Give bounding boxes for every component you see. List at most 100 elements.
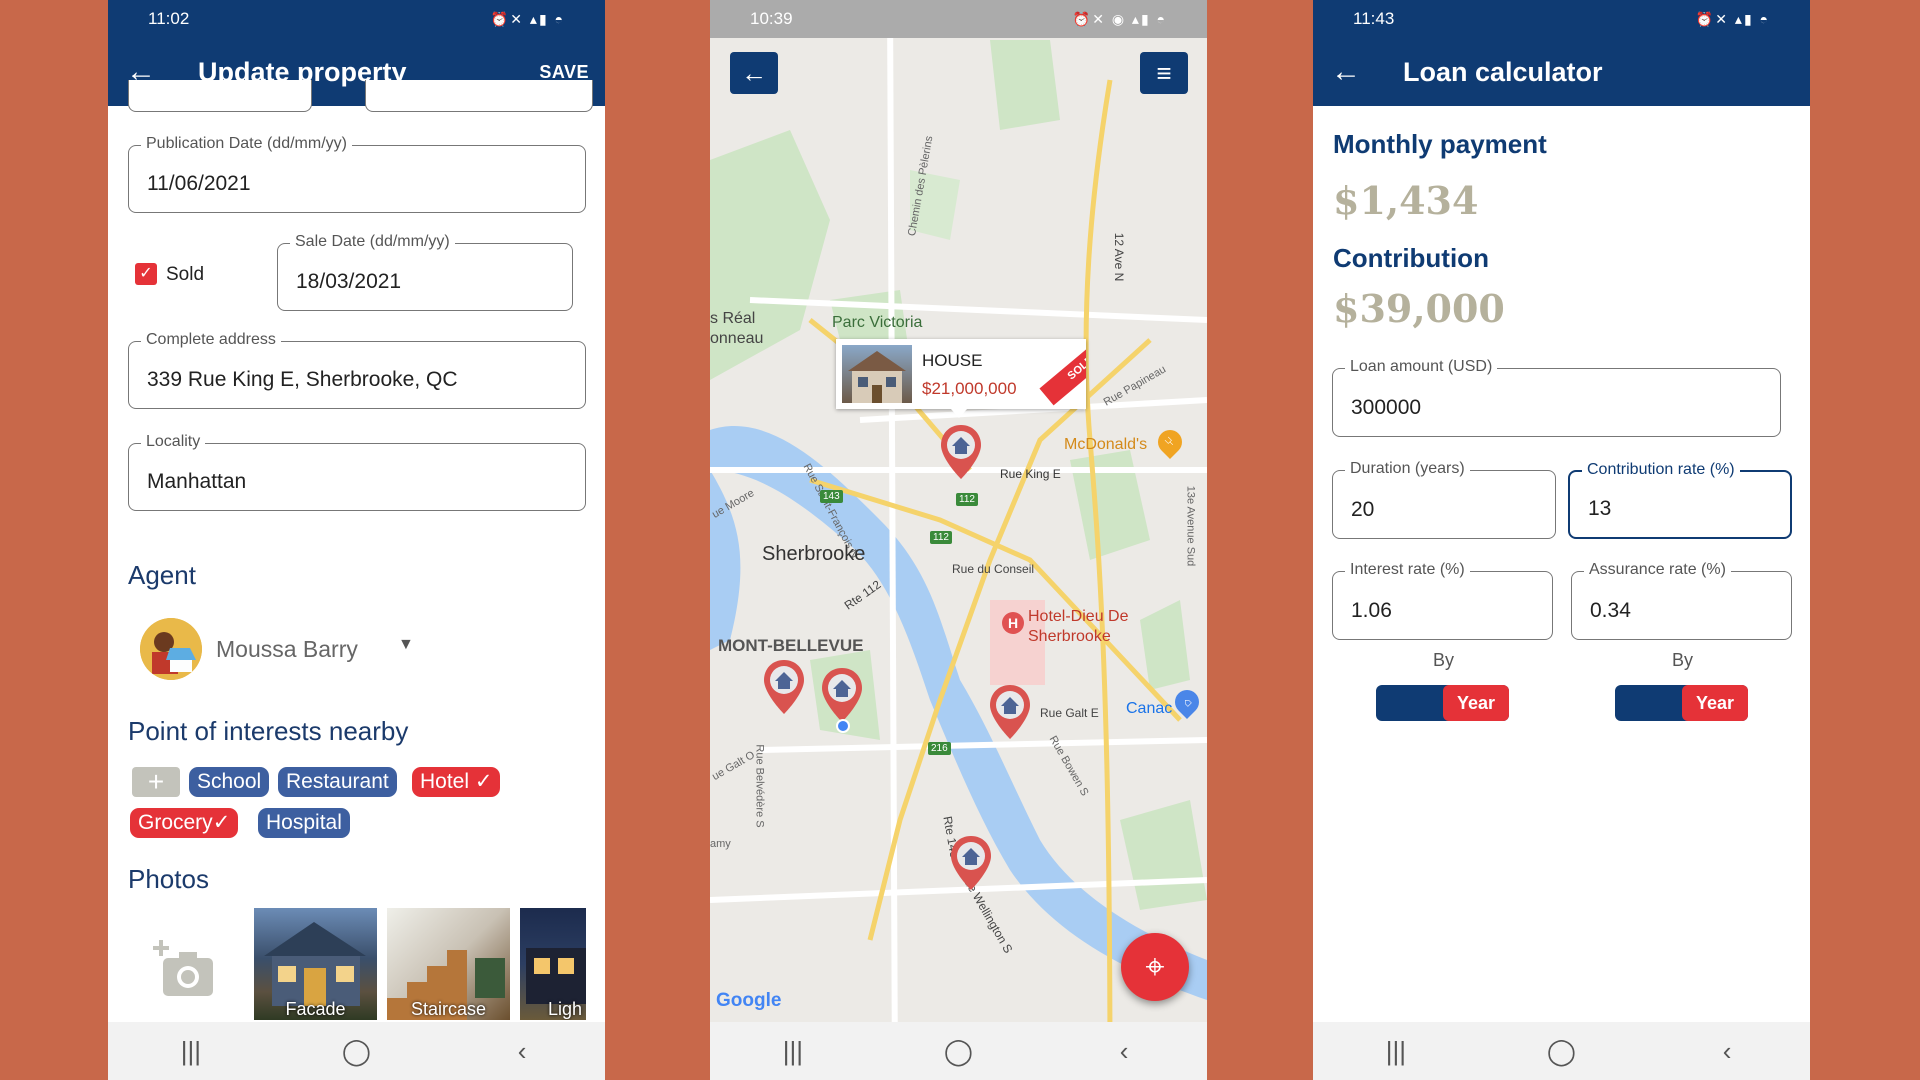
map-label-sreal: s Réal	[710, 310, 756, 327]
hidden-field-left[interactable]	[128, 80, 312, 112]
photo-light[interactable]: Ligh	[520, 908, 586, 1020]
poi-heading: Point of interests nearby	[128, 716, 409, 746]
agent-avatar[interactable]	[140, 618, 202, 680]
add-photo-button[interactable]	[153, 940, 217, 1005]
chip-grocery[interactable]: Grocery✓	[130, 808, 239, 838]
locality-value: Manhattan	[147, 470, 247, 493]
map-label-hotel-dieu-2: Sherbrooke	[1028, 628, 1111, 645]
back-nav-icon[interactable]: ‹	[1094, 1036, 1154, 1067]
chip-hotel-label: Hotel	[420, 770, 470, 793]
interest-rate-field[interactable]: Interest rate (%) 1.06	[1332, 561, 1553, 640]
route-shield-112a: 112	[956, 493, 978, 506]
check-icon: ✓	[212, 811, 231, 834]
map-label-mont-bellevue: MONT-BELLEVUE	[718, 636, 864, 655]
recent-apps-icon[interactable]: |||	[763, 1036, 823, 1067]
add-poi-button[interactable]: +	[132, 767, 180, 797]
complete-address-field[interactable]: Complete address 339 Rue King E, Sherbro…	[128, 331, 586, 409]
assurance-rate-value: 0.34	[1590, 599, 1631, 622]
callout-price: $21,000,000	[922, 379, 1017, 398]
status-bar: 10:39 ⏰✕ ◉ ▴▮ ◓	[710, 0, 1207, 38]
my-location-button[interactable]: ⌖	[1121, 933, 1189, 1001]
agent-avatar-icon	[140, 618, 202, 680]
complete-address-label: Complete address	[141, 331, 281, 349]
status-icons: ⏰✕ ◉ ▴▮ ◓	[1072, 10, 1167, 27]
loan-amount-value: 300000	[1351, 396, 1422, 419]
sold-checkbox[interactable]: ✓	[135, 263, 157, 285]
map-label-rue-king: Rue King E	[1000, 467, 1061, 481]
contribution-value: $39,000	[1333, 286, 1505, 331]
status-time: 11:43	[1353, 9, 1395, 28]
back-nav-icon[interactable]: ‹	[1697, 1036, 1757, 1067]
recent-apps-icon[interactable]: |||	[1366, 1036, 1426, 1067]
contribution-rate-field[interactable]: Contribution rate (%) 13	[1568, 461, 1792, 539]
route-shield-216: 216	[928, 742, 951, 755]
map-back-button[interactable]: ←	[730, 52, 778, 94]
photo-staircase[interactable]: Staircase	[387, 908, 510, 1020]
filter-icon: ≡	[1156, 58, 1172, 88]
property-pin-icon[interactable]	[988, 683, 1032, 741]
home-icon[interactable]: ◯	[326, 1036, 386, 1067]
property-pin-icon[interactable]	[939, 423, 983, 481]
hidden-field-right[interactable]	[365, 80, 593, 112]
map-label-hotel-dieu-1: Hotel-Dieu De	[1028, 608, 1129, 625]
recent-apps-icon[interactable]: |||	[161, 1036, 221, 1067]
interest-toggle-knob: Year	[1443, 685, 1509, 721]
loan-amount-label: Loan amount (USD)	[1345, 358, 1498, 376]
interest-rate-value: 1.06	[1351, 599, 1392, 622]
back-arrow-icon[interactable]: ←	[1313, 55, 1379, 89]
filter-button[interactable]: ≡	[1140, 52, 1188, 94]
status-time: 11:02	[148, 9, 190, 28]
status-icons: ⏰✕ ▴▮ ◓	[490, 10, 565, 27]
map-label-rue-galt: Rue Galt E	[1040, 706, 1099, 720]
chip-grocery-label: Grocery	[138, 811, 213, 834]
loan-amount-field[interactable]: Loan amount (USD) 300000	[1332, 358, 1781, 437]
sale-date-field[interactable]: Sale Date (dd/mm/yy) 18/03/2021	[277, 233, 573, 311]
property-thumbnail	[842, 345, 912, 403]
hospital-icon[interactable]: H	[1002, 612, 1024, 634]
photo-staircase-caption: Staircase	[410, 999, 487, 1019]
property-pin-icon[interactable]	[762, 658, 806, 716]
map-label-onneau: onneau	[710, 330, 764, 347]
home-icon[interactable]: ◯	[928, 1036, 988, 1067]
duration-value: 20	[1351, 498, 1375, 521]
sold-badge-text: SOLD	[1065, 353, 1086, 383]
chip-restaurant-label: Restaurant	[286, 770, 389, 793]
status-icons: ⏰✕ ▴▮ ◓	[1695, 10, 1770, 27]
route-shield-112b: 112	[930, 531, 952, 544]
add-photo-icon	[153, 940, 213, 996]
monthly-payment-value: $1,434	[1333, 178, 1479, 223]
chip-hotel[interactable]: Hotel ✓	[412, 767, 501, 797]
chip-hospital[interactable]: Hospital	[258, 808, 350, 838]
assurance-by-label: By	[1672, 650, 1694, 670]
map-screen: 10:39 ⏰✕ ◉ ▴▮ ◓ ← ≡ s Réal onneau Parc V…	[710, 0, 1207, 1080]
contribution-heading: Contribution	[1333, 243, 1489, 273]
map-label-rue-du-conseil: Rue du Conseil	[952, 562, 1035, 576]
interest-period-toggle[interactable]: Year	[1376, 685, 1509, 721]
photo-facade-caption: Facade	[285, 999, 346, 1019]
property-pin-icon[interactable]	[820, 666, 864, 724]
map-label-parc-victoria: Parc Victoria	[832, 314, 923, 331]
duration-field[interactable]: Duration (years) 20	[1332, 460, 1556, 539]
photo-facade[interactable]: Facade	[254, 908, 377, 1020]
back-nav-icon[interactable]: ‹	[492, 1036, 552, 1067]
publication-date-field[interactable]: Publication Date (dd/mm/yy) 11/06/2021	[128, 135, 586, 213]
sold-label: Sold	[166, 264, 205, 285]
assurance-period-toggle[interactable]: Year	[1615, 685, 1748, 721]
assurance-rate-field[interactable]: Assurance rate (%) 0.34	[1571, 561, 1792, 640]
assurance-toggle-knob: Year	[1682, 685, 1748, 721]
locality-field[interactable]: Locality Manhattan	[128, 433, 586, 511]
sold-badge: SOLD	[1039, 339, 1086, 406]
agent-dropdown-icon[interactable]: ▼	[398, 636, 414, 654]
google-logo: Google	[716, 990, 782, 1011]
map-label-12-ave: 12 Ave N	[1112, 232, 1127, 282]
crosshair-icon: ⌖	[1145, 948, 1165, 986]
home-icon[interactable]: ◯	[1531, 1036, 1591, 1067]
chip-restaurant[interactable]: Restaurant	[278, 767, 397, 797]
property-callout[interactable]: HOUSE $21,000,000 SOLD	[836, 339, 1086, 409]
sale-date-label: Sale Date (dd/mm/yy)	[290, 233, 455, 251]
chip-school[interactable]: School	[189, 767, 270, 797]
house-thumbnail-icon	[848, 351, 906, 403]
duration-label: Duration (years)	[1345, 460, 1470, 478]
property-pin-icon[interactable]	[949, 834, 993, 892]
map-canvas[interactable]	[710, 0, 1207, 1080]
